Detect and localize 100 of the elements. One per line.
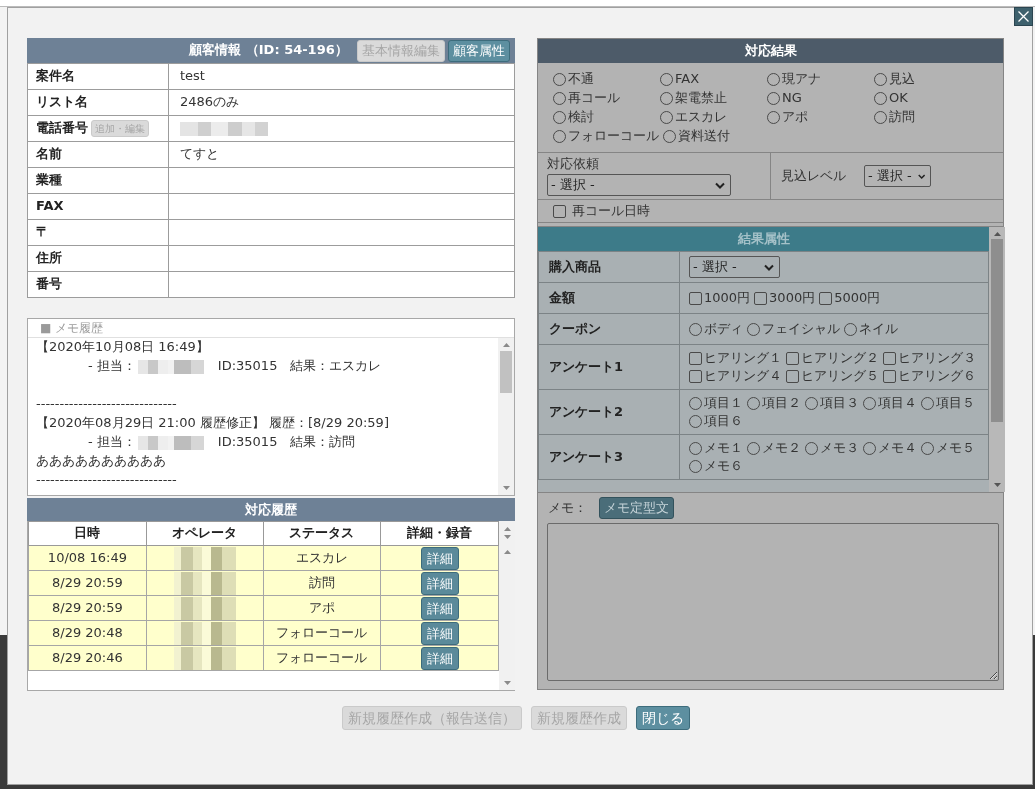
- field-label: 業種: [36, 172, 62, 188]
- radio-label[interactable]: フェイシャル: [762, 319, 840, 339]
- request-dropdown[interactable]: - 選択 -: [547, 174, 731, 197]
- table-cell: 10/08 16:49: [28, 545, 147, 571]
- checkbox[interactable]: [689, 369, 702, 383]
- checkbox-label[interactable]: 5000円: [834, 288, 881, 308]
- radio-label[interactable]: ネイル: [859, 319, 898, 339]
- radio-label[interactable]: 項目１: [704, 393, 743, 413]
- detail-button[interactable]: 詳細: [420, 621, 459, 645]
- product-dropdown[interactable]: - 選択 -: [689, 256, 780, 278]
- scroll-up-icon[interactable]: [503, 527, 511, 531]
- blurred-text: [137, 435, 204, 450]
- memo-text: - 担当：: [88, 357, 136, 376]
- detail-button[interactable]: 詳細: [420, 571, 459, 595]
- radio-label[interactable]: 項目３: [820, 393, 859, 413]
- radio-label[interactable]: 見込: [889, 70, 915, 89]
- detail-button[interactable]: 詳細: [420, 596, 459, 620]
- checkbox-label[interactable]: ヒアリング５: [801, 366, 879, 386]
- section-header: 対応履歴: [27, 498, 515, 521]
- radio-label[interactable]: 再コール: [568, 89, 620, 108]
- radio-label[interactable]: FAX: [675, 70, 700, 89]
- checkbox[interactable]: [786, 351, 799, 365]
- scroll-up-icon[interactable]: [993, 232, 1001, 236]
- radio-label[interactable]: メモ６: [704, 456, 743, 476]
- radio-label[interactable]: メモ４: [878, 438, 917, 458]
- checkbox-label[interactable]: ヒアリング２: [801, 348, 879, 368]
- radio-label[interactable]: 項目４: [878, 393, 917, 413]
- field-label: FAX: [36, 198, 64, 214]
- radio-label[interactable]: 項目５: [936, 393, 975, 413]
- table-cell: 8/29 20:48: [28, 620, 147, 646]
- scroll-down-icon[interactable]: [993, 483, 1001, 487]
- checkbox[interactable]: [689, 291, 702, 305]
- radio-label[interactable]: 架電禁止: [675, 89, 727, 108]
- radio-label[interactable]: メモ１: [704, 438, 743, 458]
- caret-icon: [917, 172, 925, 180]
- checkbox[interactable]: [819, 291, 833, 305]
- scrollbar[interactable]: [498, 338, 514, 495]
- scrollbar[interactable]: [989, 227, 1005, 492]
- memo-template-button[interactable]: メモ定型文: [599, 497, 674, 519]
- checkbox[interactable]: [754, 291, 768, 305]
- detail-button[interactable]: 詳細: [420, 646, 459, 670]
- checkbox[interactable]: [689, 351, 702, 365]
- checkbox-label[interactable]: 1000円: [704, 288, 751, 308]
- checkbox[interactable]: [883, 369, 896, 383]
- column-header: ステータス: [263, 521, 381, 546]
- panel-title: ■ メモ履歴: [40, 321, 104, 335]
- radio-label[interactable]: メモ５: [936, 438, 975, 458]
- field-value: test: [180, 68, 205, 84]
- radio-label[interactable]: OK: [889, 89, 908, 108]
- radio-label[interactable]: メモ３: [820, 438, 859, 458]
- radio-label[interactable]: ボディ: [704, 319, 743, 339]
- radio-label[interactable]: 訪問: [889, 108, 915, 127]
- radio-label[interactable]: 現アナ: [782, 70, 821, 89]
- caret-icon: [764, 263, 774, 271]
- close-icon: [1018, 11, 1029, 22]
- radio-label[interactable]: エスカレ: [675, 108, 727, 127]
- scroll-down-icon[interactable]: [502, 486, 510, 490]
- field-label: 購入商品: [549, 258, 601, 274]
- checkbox-label[interactable]: 再コール日時: [572, 201, 650, 221]
- blurred-text: [173, 546, 236, 570]
- field-label: 〒: [36, 224, 49, 240]
- checkbox-label[interactable]: ヒアリング３: [898, 348, 976, 368]
- scroll-down-icon[interactable]: [503, 535, 511, 539]
- radio-label[interactable]: NG: [782, 89, 802, 108]
- radio-label[interactable]: 検討: [568, 108, 594, 127]
- checkbox-label[interactable]: 3000円: [769, 288, 816, 308]
- radio-label[interactable]: メモ２: [762, 438, 801, 458]
- close-dialog-button[interactable]: 閉じる: [635, 706, 690, 730]
- field-value: てすと: [180, 146, 219, 162]
- radio-label[interactable]: フォローコール: [568, 127, 659, 146]
- memo-text: ------------------------------: [36, 471, 177, 490]
- checkbox[interactable]: [883, 351, 896, 365]
- scroll-up-icon[interactable]: [503, 550, 511, 554]
- radio-label[interactable]: アポ: [782, 108, 808, 127]
- table-cell: 8/29 20:46: [28, 645, 147, 671]
- radio-label[interactable]: 資料送付: [678, 127, 730, 146]
- radio-label[interactable]: 項目２: [762, 393, 801, 413]
- close-button[interactable]: [1014, 7, 1033, 26]
- checkbox[interactable]: [553, 204, 566, 218]
- scrollbar-thumb[interactable]: [500, 351, 512, 393]
- radio-label[interactable]: 不通: [568, 70, 594, 89]
- section-header: 対応結果: [538, 39, 1003, 63]
- memo-text: ------------------------------: [36, 395, 177, 414]
- level-dropdown[interactable]: - 選択 -: [864, 165, 931, 187]
- blurred-text: [137, 359, 204, 374]
- checkbox-label[interactable]: ヒアリング１: [704, 348, 782, 368]
- blurred-text: [173, 621, 236, 645]
- radio-label[interactable]: 項目６: [704, 411, 743, 431]
- checkbox-label[interactable]: ヒアリング６: [898, 366, 976, 386]
- checkbox[interactable]: [786, 369, 799, 383]
- checkbox-label[interactable]: ヒアリング４: [704, 366, 782, 386]
- blurred-text: [173, 571, 236, 595]
- scroll-up-icon[interactable]: [502, 343, 510, 347]
- table-cell: エスカレ: [263, 545, 381, 571]
- scroll-down-icon[interactable]: [503, 681, 511, 685]
- scrollbar-thumb[interactable]: [991, 239, 1003, 422]
- field-label: リスト名: [36, 94, 88, 110]
- customer-attributes-button[interactable]: 顧客属性: [448, 39, 510, 62]
- detail-button[interactable]: 詳細: [420, 546, 459, 570]
- panel-title: 顧客情報 （ID: 54-196）: [189, 41, 348, 60]
